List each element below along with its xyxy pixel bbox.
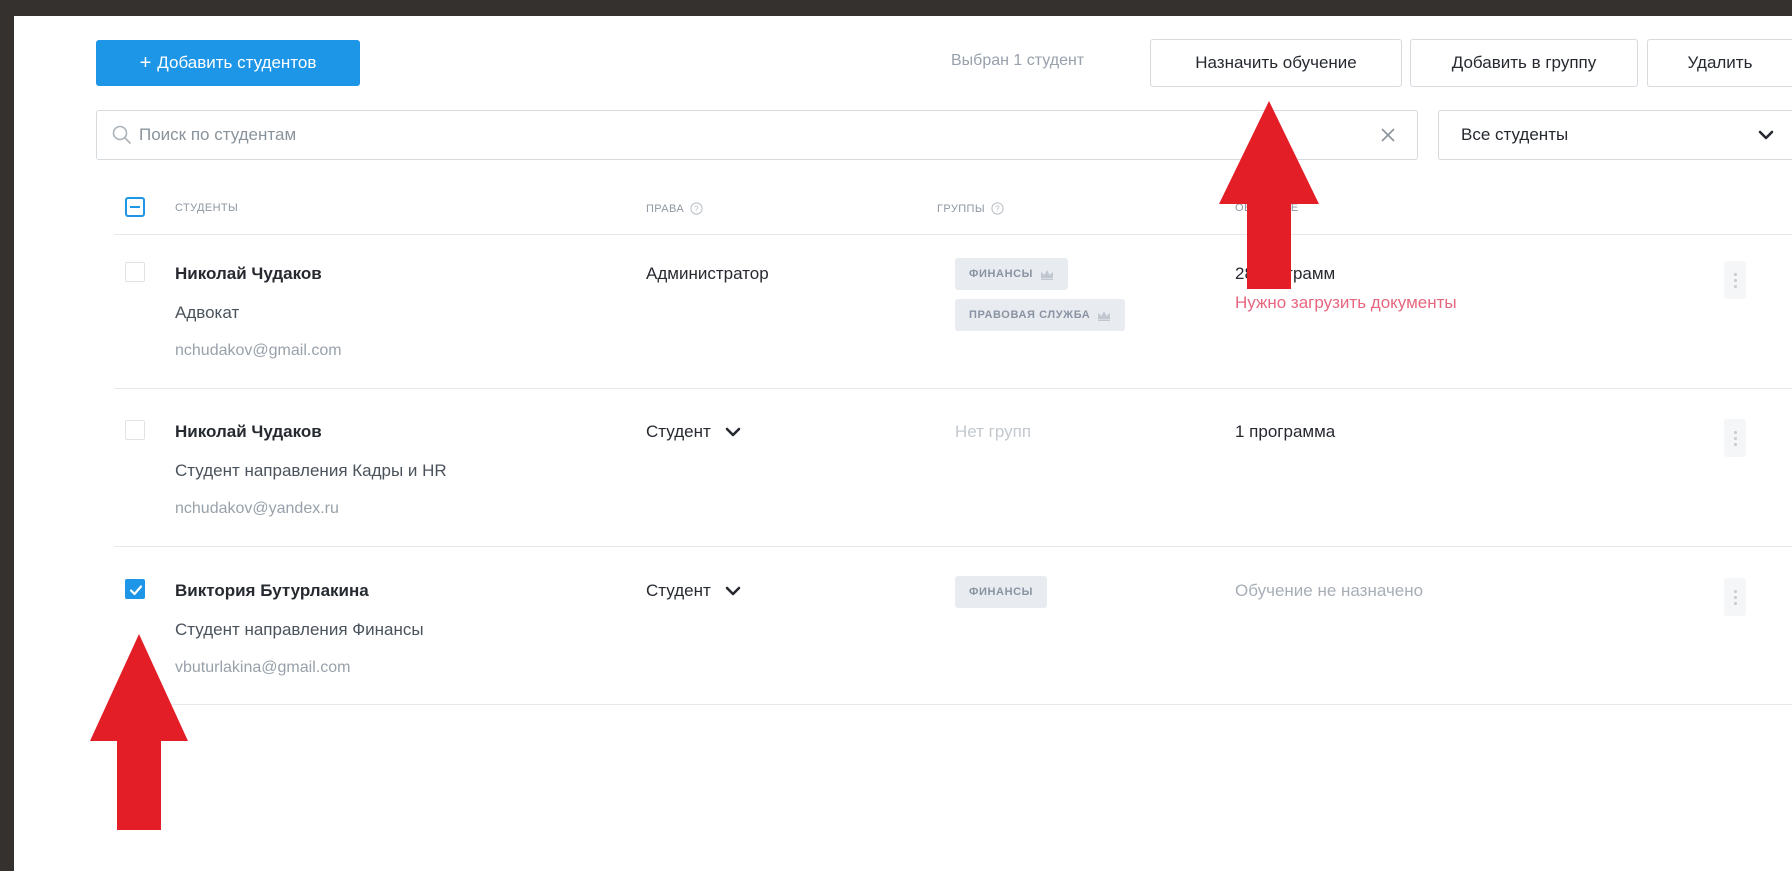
plus-icon: + <box>139 52 152 74</box>
group-tag-label: ФИНАНСЫ <box>969 268 1034 280</box>
rights-value: Студент <box>646 422 711 441</box>
svg-text:?: ? <box>995 204 1000 213</box>
kebab-menu-icon[interactable] <box>1724 419 1746 457</box>
divider <box>114 234 1792 235</box>
add-to-group-button[interactable]: Добавить в группу <box>1410 39 1638 87</box>
column-header-students-label: СТУДЕНТЫ <box>175 202 239 214</box>
rights-value: Студент <box>646 581 711 600</box>
row-checkbox-checked[interactable] <box>125 579 145 599</box>
group-tag: ФИНАНСЫ <box>955 258 1069 290</box>
training-programs[interactable]: 1 программа <box>1235 422 1335 442</box>
chevron-down-icon <box>1758 130 1774 140</box>
student-email: vbuturlakina@gmail.com <box>175 659 351 676</box>
divider <box>114 704 1792 705</box>
divider <box>114 388 1792 389</box>
select-all-checkbox[interactable] <box>125 197 145 217</box>
column-header-rights-label: ПРАВА <box>646 202 685 215</box>
kebab-menu-icon[interactable] <box>1724 261 1746 299</box>
checkmark-icon <box>129 585 143 596</box>
student-role: Студент направления Финансы <box>175 620 424 639</box>
chevron-down-icon <box>725 586 741 596</box>
student-name[interactable]: Виктория Бутурлакина <box>175 581 369 601</box>
crown-icon <box>1098 310 1111 321</box>
search-icon <box>112 125 131 144</box>
student-rights: Администратор <box>646 264 769 284</box>
help-icon[interactable]: ? <box>690 202 703 215</box>
close-icon[interactable] <box>1379 126 1397 144</box>
svg-text:?: ? <box>694 204 699 213</box>
student-name[interactable]: Николай Чудаков <box>175 264 322 284</box>
column-header-groups: ГРУППЫ ? <box>937 202 1004 215</box>
group-tag: ФИНАНСЫ <box>955 576 1048 608</box>
group-tag-label: ПРАВОВАЯ СЛУЖБА <box>969 309 1091 321</box>
column-header-groups-label: ГРУППЫ <box>937 202 985 215</box>
no-groups-text: Нет групп <box>955 422 1032 441</box>
add-students-label: Добавить студентов <box>157 53 317 72</box>
training-status: Обучение не назначено <box>1235 581 1424 600</box>
student-email: nchudakov@yandex.ru <box>175 500 339 517</box>
rights-dropdown[interactable]: Студент <box>646 422 741 442</box>
red-arrow-up-icon <box>90 634 188 830</box>
chevron-down-icon <box>725 427 741 437</box>
row-checkbox[interactable] <box>125 420 145 440</box>
selection-count: Выбран 1 студент <box>951 52 1085 69</box>
filter-selected-value: Все студенты <box>1461 125 1569 144</box>
red-arrow-up-icon <box>1219 101 1319 289</box>
group-tag-label: ФИНАНСЫ <box>969 586 1034 598</box>
student-filter-select[interactable]: Все студенты <box>1438 110 1792 160</box>
search-input[interactable] <box>139 125 1379 145</box>
kebab-menu-icon[interactable] <box>1724 578 1746 616</box>
column-header-rights: ПРАВА ? <box>646 202 703 215</box>
student-role: Адвокат <box>175 303 240 322</box>
row-checkbox[interactable] <box>125 262 145 282</box>
group-tag: ПРАВОВАЯ СЛУЖБА <box>955 299 1126 331</box>
delete-button[interactable]: Удалить <box>1647 39 1792 87</box>
help-icon[interactable]: ? <box>991 202 1004 215</box>
student-role: Студент направления Кадры и HR <box>175 461 447 480</box>
student-email: nchudakov@gmail.com <box>175 342 342 359</box>
documents-warning[interactable]: Нужно загрузить документы <box>1235 293 1457 313</box>
add-students-button[interactable]: + Добавить студентов <box>96 40 360 86</box>
divider <box>114 546 1792 547</box>
rights-dropdown[interactable]: Студент <box>646 581 741 601</box>
crown-icon <box>1041 269 1054 280</box>
column-header-students: СТУДЕНТЫ <box>175 202 238 214</box>
assign-training-button[interactable]: Назначить обучение <box>1150 39 1402 87</box>
rights-value: Администратор <box>646 264 769 283</box>
students-page: + Добавить студентов Выбран 1 студент На… <box>14 16 1792 871</box>
student-name[interactable]: Николай Чудаков <box>175 422 322 442</box>
